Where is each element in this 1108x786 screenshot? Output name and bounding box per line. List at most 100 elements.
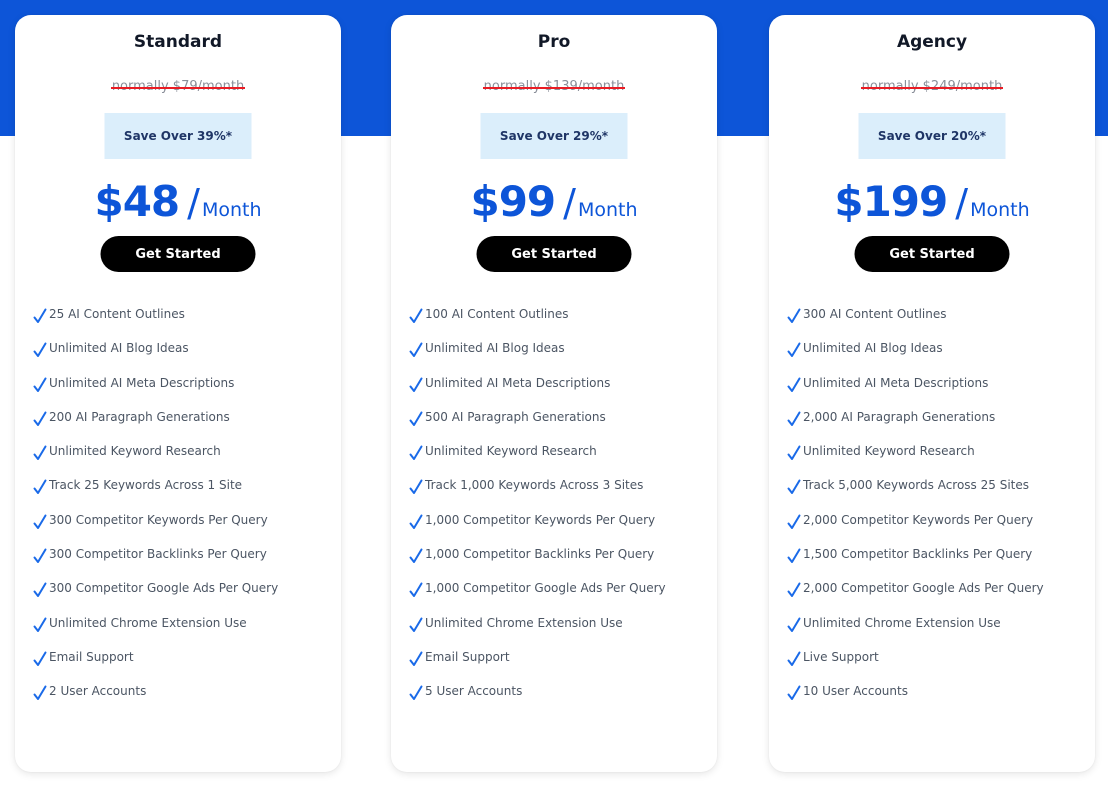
feature-label: 200 AI Paragraph Generations bbox=[49, 409, 230, 424]
checkmark-icon bbox=[787, 582, 801, 598]
feature-label: 100 AI Content Outlines bbox=[425, 307, 569, 321]
plan-name: Pro bbox=[537, 32, 571, 52]
feature-item: 1,000 Competitor Keywords Per Query bbox=[409, 513, 666, 547]
feature-item: 2 User Accounts bbox=[33, 684, 278, 718]
feature-item: Unlimited Keyword Research bbox=[787, 444, 1044, 478]
feature-label: 2,000 Competitor Google Ads Per Query bbox=[803, 581, 1044, 596]
checkmark-icon bbox=[409, 582, 423, 598]
feature-item: Unlimited Chrome Extension Use bbox=[33, 616, 278, 650]
feature-label: 2,000 Competitor Keywords Per Query bbox=[803, 512, 1034, 527]
feature-item: 100 AI Content Outlines bbox=[409, 307, 666, 341]
get-started-button[interactable]: Get Started bbox=[100, 236, 256, 272]
checkmark-icon bbox=[787, 411, 801, 426]
checkmark-icon bbox=[787, 342, 801, 358]
plan-name: Agency bbox=[896, 32, 968, 52]
original-price: normally $139/month bbox=[482, 79, 625, 94]
checkmark-icon bbox=[409, 548, 423, 564]
feature-item: 300 AI Content Outlines bbox=[787, 307, 1044, 341]
feature-item: Unlimited AI Blog Ideas bbox=[787, 341, 1044, 375]
feature-list: 100 AI Content Outlines Unlimited AI Blog… bbox=[409, 307, 666, 719]
feature-item: Email Support bbox=[409, 650, 666, 684]
feature-label: Email Support bbox=[425, 649, 510, 664]
price-slash: / bbox=[563, 181, 576, 225]
feature-label: Unlimited Chrome Extension Use bbox=[803, 615, 1001, 630]
checkmark-icon bbox=[33, 617, 47, 632]
feature-item: 500 AI Paragraph Generations bbox=[409, 410, 666, 444]
feature-label: Unlimited Chrome Extension Use bbox=[49, 615, 247, 630]
feature-label: 10 User Accounts bbox=[803, 684, 908, 699]
feature-label: 1,000 Competitor Keywords Per Query bbox=[425, 512, 656, 527]
feature-item: Email Support bbox=[33, 650, 278, 684]
plan-price: $99/Month bbox=[391, 177, 717, 226]
feature-item: 200 AI Paragraph Generations bbox=[33, 410, 278, 444]
get-started-button[interactable]: Get Started bbox=[476, 236, 632, 272]
checkmark-icon bbox=[33, 411, 47, 426]
original-price: normally $249/month bbox=[860, 79, 1003, 94]
checkmark-icon bbox=[33, 582, 47, 598]
get-started-button[interactable]: Get Started bbox=[854, 236, 1010, 272]
pricing-card-standard: Standard normally $79/month Save Over 39… bbox=[15, 15, 341, 772]
feature-item: Track 25 Keywords Across 1 Site bbox=[33, 478, 278, 512]
price-amount: $48 bbox=[94, 177, 180, 226]
plan-price: $199/Month bbox=[769, 177, 1095, 226]
feature-label: Unlimited AI Meta Descriptions bbox=[49, 375, 235, 390]
feature-label: 25 AI Content Outlines bbox=[49, 307, 185, 321]
feature-item: 300 Competitor Backlinks Per Query bbox=[33, 547, 278, 581]
feature-item: Unlimited Chrome Extension Use bbox=[787, 616, 1044, 650]
pricing-card-pro: Pro normally $139/month Save Over 29%* $… bbox=[391, 15, 717, 772]
feature-item: 1,500 Competitor Backlinks Per Query bbox=[787, 547, 1044, 581]
checkmark-icon bbox=[409, 308, 423, 323]
feature-label: Unlimited AI Blog Ideas bbox=[49, 341, 189, 356]
checkmark-icon bbox=[33, 342, 47, 358]
feature-label: Unlimited AI Meta Descriptions bbox=[803, 375, 989, 390]
price-slash: / bbox=[955, 181, 969, 225]
checkmark-icon bbox=[409, 411, 423, 426]
feature-list: 25 AI Content Outlines Unlimited AI Blog … bbox=[33, 307, 278, 719]
feature-label: 300 Competitor Keywords Per Query bbox=[49, 512, 268, 527]
checkmark-icon bbox=[33, 308, 47, 323]
checkmark-icon bbox=[33, 377, 47, 392]
feature-label: 2 User Accounts bbox=[49, 684, 147, 699]
feature-item: Unlimited Chrome Extension Use bbox=[409, 616, 666, 650]
checkmark-icon bbox=[409, 377, 423, 392]
feature-item: Unlimited AI Meta Descriptions bbox=[33, 376, 278, 410]
feature-item: Track 5,000 Keywords Across 25 Sites bbox=[787, 478, 1044, 512]
savings-badge: Save Over 29%* bbox=[480, 113, 628, 159]
savings-badge: Save Over 39%* bbox=[104, 113, 252, 159]
checkmark-icon bbox=[787, 479, 801, 495]
checkmark-icon bbox=[787, 445, 801, 461]
checkmark-icon bbox=[787, 377, 801, 392]
feature-label: Unlimited Keyword Research bbox=[803, 444, 975, 459]
feature-item: 25 AI Content Outlines bbox=[33, 307, 278, 341]
feature-item: Track 1,000 Keywords Across 3 Sites bbox=[409, 478, 666, 512]
checkmark-icon bbox=[33, 548, 47, 564]
feature-label: 1,000 Competitor Backlinks Per Query bbox=[425, 547, 655, 562]
feature-item: 1,000 Competitor Backlinks Per Query bbox=[409, 547, 666, 581]
feature-item: 300 Competitor Keywords Per Query bbox=[33, 513, 278, 547]
feature-label: 300 Competitor Backlinks Per Query bbox=[49, 547, 267, 562]
feature-item: Live Support bbox=[787, 650, 1044, 684]
checkmark-icon bbox=[409, 617, 423, 632]
feature-label: Live Support bbox=[803, 649, 879, 664]
feature-label: Track 25 Keywords Across 1 Site bbox=[49, 478, 243, 493]
feature-label: 1,500 Competitor Backlinks Per Query bbox=[803, 547, 1033, 562]
savings-badge: Save Over 20%* bbox=[858, 113, 1006, 159]
feature-label: 1,000 Competitor Google Ads Per Query bbox=[425, 581, 666, 596]
feature-label: Track 5,000 Keywords Across 25 Sites bbox=[803, 478, 1030, 493]
checkmark-icon bbox=[787, 651, 801, 666]
feature-item: 2,000 Competitor Keywords Per Query bbox=[787, 513, 1044, 547]
feature-item: 10 User Accounts bbox=[787, 684, 1044, 718]
feature-label: 300 AI Content Outlines bbox=[803, 307, 947, 321]
feature-item: 5 User Accounts bbox=[409, 684, 666, 718]
checkmark-icon bbox=[409, 342, 423, 358]
feature-item: Unlimited AI Meta Descriptions bbox=[787, 376, 1044, 410]
plan-price: $48/Month bbox=[15, 177, 341, 226]
price-period: Month bbox=[577, 199, 638, 221]
price-period: Month bbox=[201, 199, 262, 221]
feature-item: Unlimited AI Blog Ideas bbox=[33, 341, 278, 375]
price-period: Month bbox=[970, 199, 1030, 221]
checkmark-icon bbox=[409, 651, 423, 666]
feature-item: 1,000 Competitor Google Ads Per Query bbox=[409, 581, 666, 615]
feature-label: 5 User Accounts bbox=[425, 684, 523, 699]
feature-label: Email Support bbox=[49, 649, 134, 664]
